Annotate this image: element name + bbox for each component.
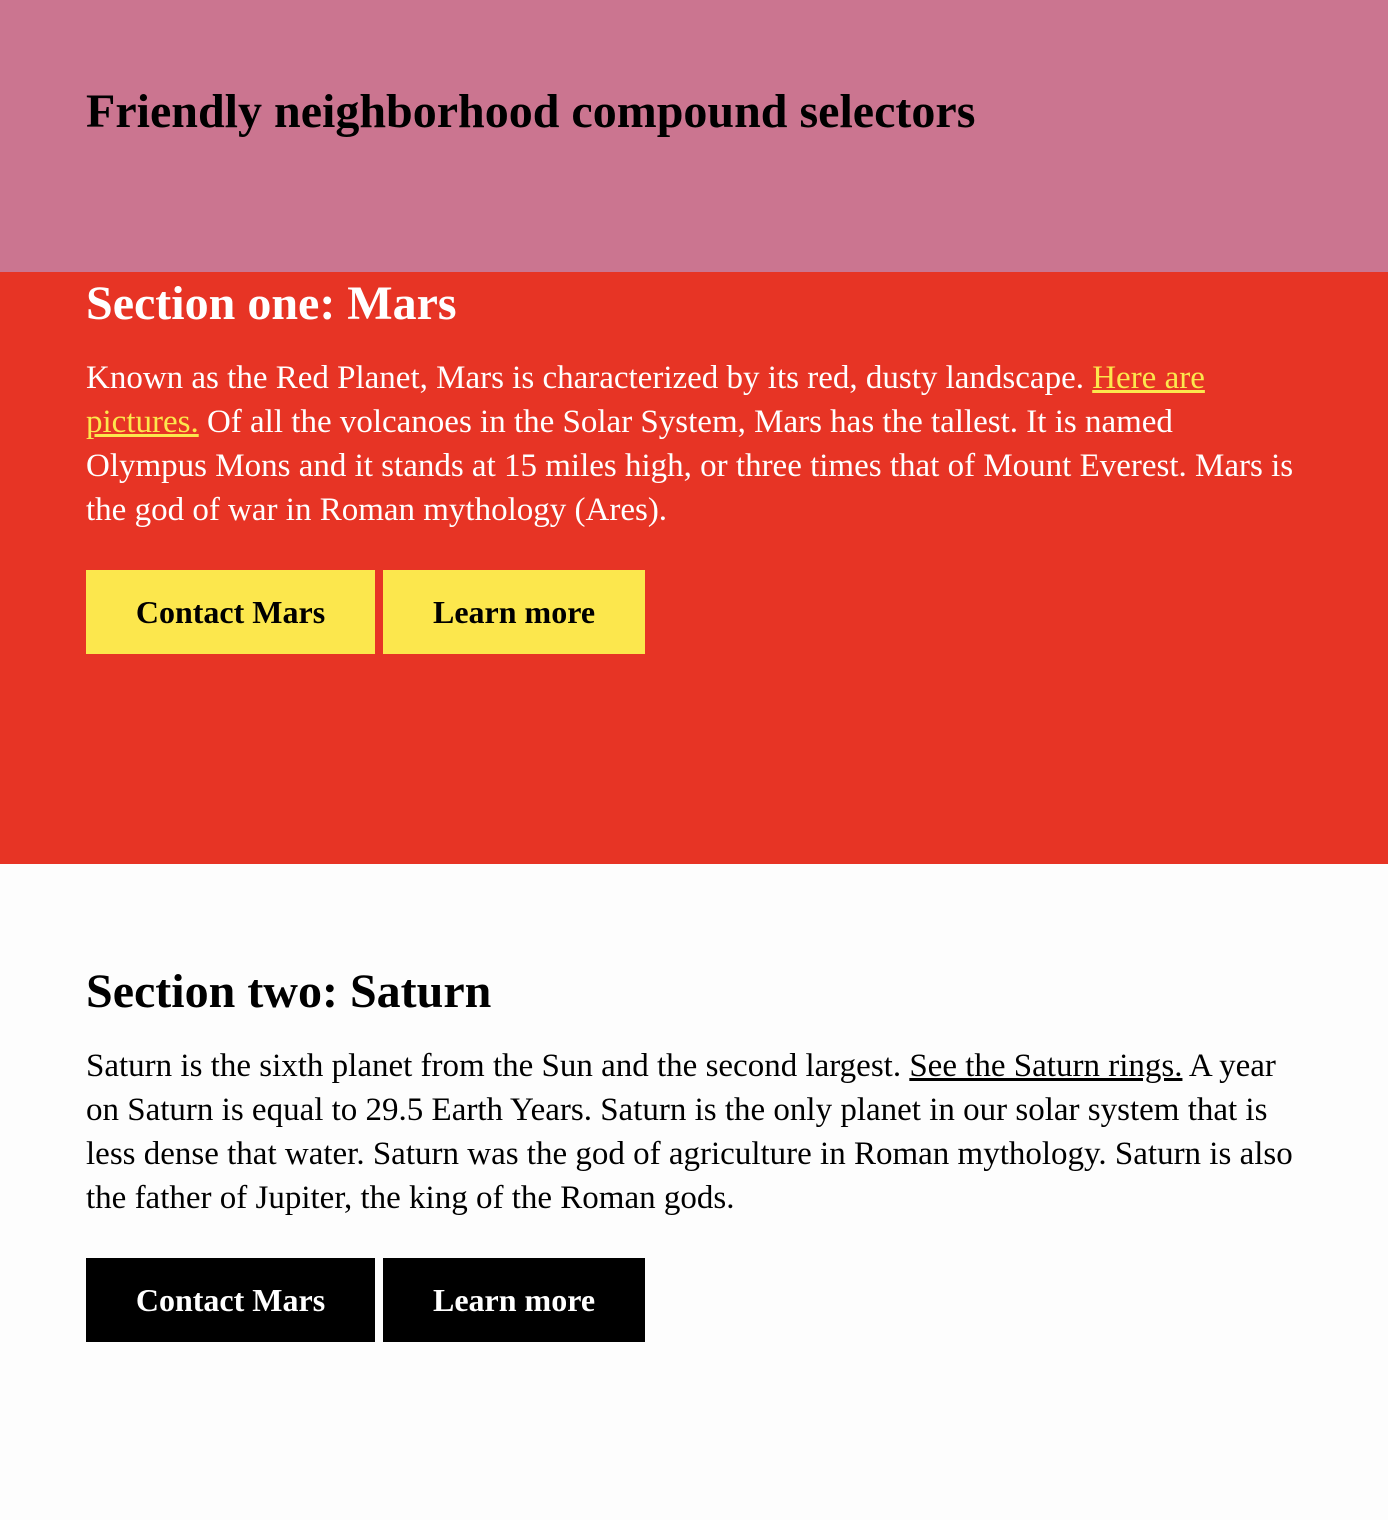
section-mars-text-after-link: Of all the volcanoes in the Solar System… <box>86 404 1294 528</box>
saturn-rings-link[interactable]: See the Saturn rings. <box>909 1048 1182 1084</box>
page: Friendly neighborhood compound selectors… <box>0 0 1388 1520</box>
section-mars-text-before-link: Known as the Red Planet, Mars is charact… <box>86 360 1093 396</box>
section-mars-button-row: Contact Mars Learn more <box>86 570 1302 654</box>
section-saturn-button-row: Contact Mars Learn more <box>86 1258 1302 1342</box>
section-saturn: Section two: Saturn Saturn is the sixth … <box>0 864 1388 1520</box>
section-saturn-text-before-link: Saturn is the sixth planet from the Sun … <box>86 1048 910 1084</box>
saturn-contact-button[interactable]: Contact Mars <box>86 1258 375 1342</box>
mars-contact-button[interactable]: Contact Mars <box>86 570 375 654</box>
section-saturn-paragraph: Saturn is the sixth planet from the Sun … <box>86 1044 1302 1220</box>
section-mars-paragraph: Known as the Red Planet, Mars is charact… <box>86 356 1302 532</box>
saturn-learn-more-button[interactable]: Learn more <box>383 1258 645 1342</box>
section-mars: Section one: Mars Known as the Red Plane… <box>0 272 1388 864</box>
page-title: Friendly neighborhood compound selectors <box>86 85 976 138</box>
mars-learn-more-button[interactable]: Learn more <box>383 570 645 654</box>
section-mars-heading: Section one: Mars <box>86 277 457 330</box>
section-saturn-heading: Section two: Saturn <box>86 965 492 1018</box>
